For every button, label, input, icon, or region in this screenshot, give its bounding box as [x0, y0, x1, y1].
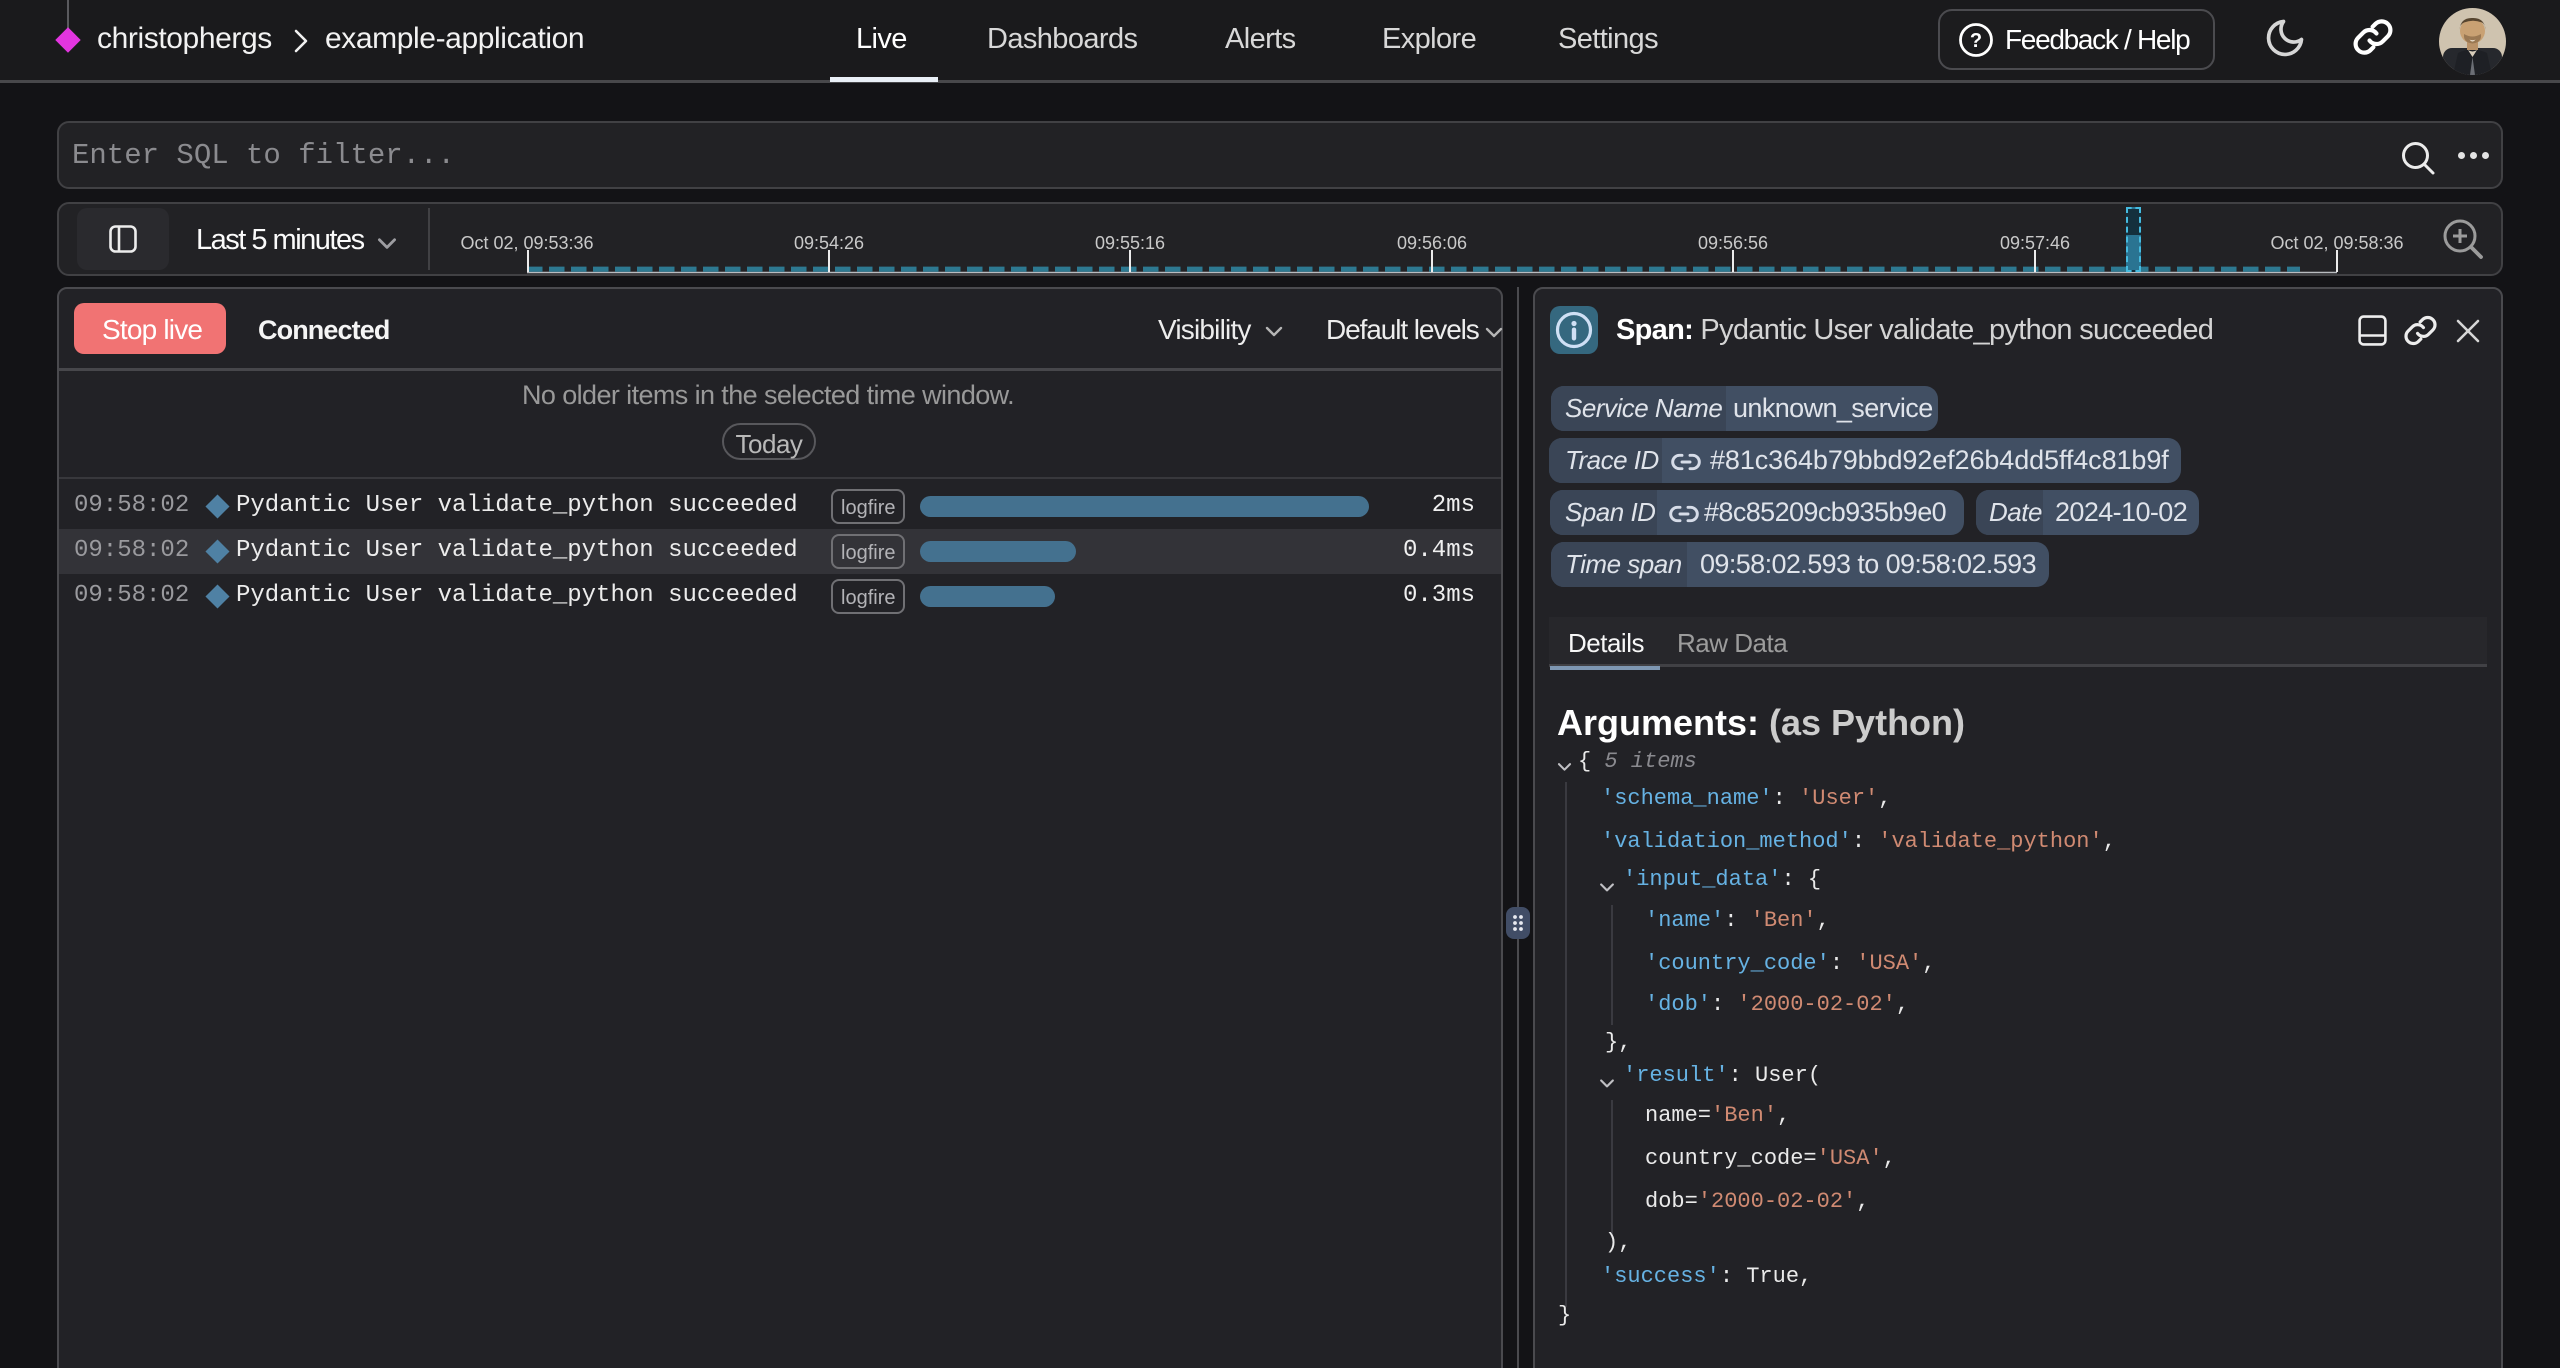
svg-text:?: ? — [1970, 30, 1982, 52]
